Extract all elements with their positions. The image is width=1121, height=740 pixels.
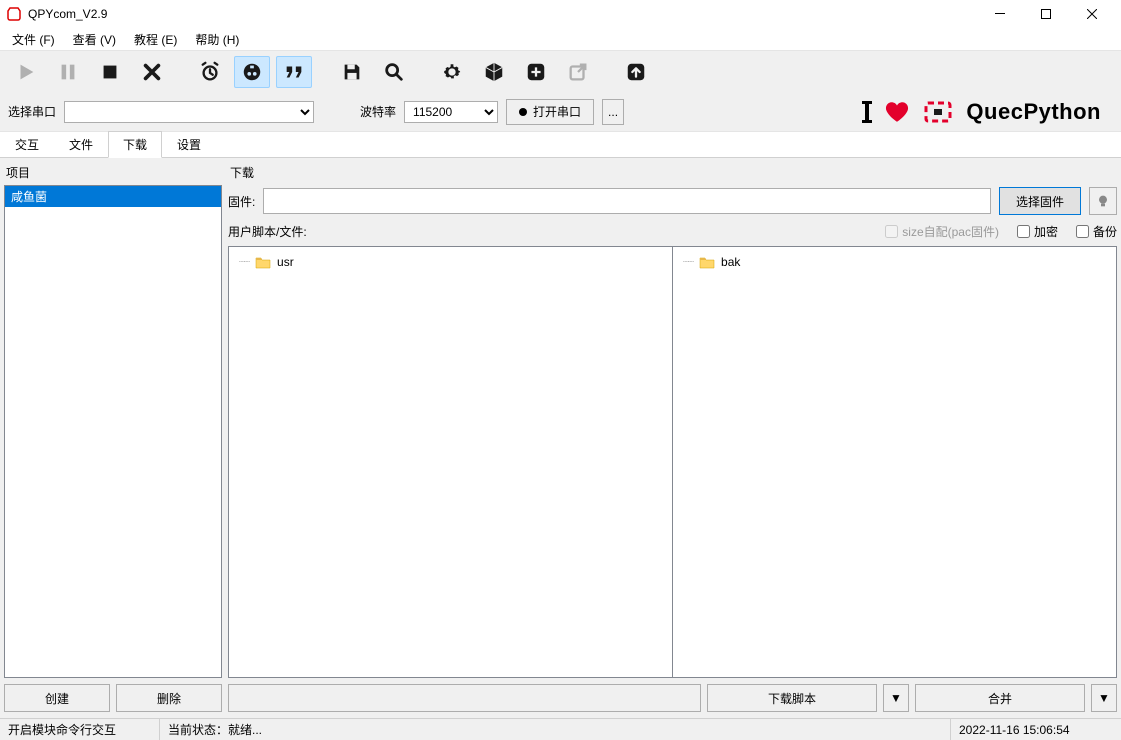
gear-icon[interactable] [434, 56, 470, 88]
main-tabs: 交互 文件 下载 设置 [0, 132, 1121, 158]
clear-icon[interactable] [134, 56, 170, 88]
tree-node-label: usr [277, 255, 294, 269]
menu-bar: 文件 (F) 查看 (V) 教程 (E) 帮助 (H) [0, 28, 1121, 50]
tree-connector-icon: ┈┈ [683, 257, 693, 268]
encrypt-checkbox[interactable]: 加密 [1017, 223, 1058, 240]
status-mid: 当前状态：就绪... [160, 719, 951, 740]
folder-icon [699, 255, 715, 269]
baud-label: 波特率 [360, 103, 396, 120]
quote-icon[interactable] [276, 56, 312, 88]
toolbar [0, 50, 1121, 92]
cube-icon[interactable] [476, 56, 512, 88]
download-panel: 下载 固件: 选择固件 用户脚本/文件: size自配(pac固件) 加密 备份 [228, 162, 1117, 718]
close-button[interactable] [1069, 0, 1115, 28]
script-label: 用户脚本/文件: [228, 223, 307, 240]
status-bar: 开启模块命令行交互 当前状态：就绪... 2022-11-16 15:06:54 [0, 718, 1121, 740]
app-icon [6, 6, 22, 22]
create-button[interactable]: 创建 [4, 684, 110, 712]
tree-left[interactable]: ┈┈ usr [229, 247, 673, 677]
upload-icon[interactable] [618, 56, 654, 88]
tab-download[interactable]: 下载 [108, 131, 162, 158]
tree-node[interactable]: ┈┈ usr [235, 253, 666, 271]
folder-icon [255, 255, 271, 269]
status-dot-icon [519, 108, 527, 116]
i-icon [860, 99, 874, 125]
project-label: 项目 [4, 162, 222, 185]
baud-select[interactable]: 115200 [404, 101, 498, 123]
file-trees: ┈┈ usr ┈┈ bak [228, 246, 1117, 678]
port-bar: 选择串口 波特率 115200 打开串口 ... QuecPython [0, 92, 1121, 132]
add-icon[interactable] [518, 56, 554, 88]
size-auto-checkbox: size自配(pac固件) [885, 223, 999, 240]
maximize-button[interactable] [1023, 0, 1069, 28]
download-script-dropdown[interactable]: ▼ [883, 684, 909, 712]
tab-interact[interactable]: 交互 [0, 131, 54, 158]
project-list[interactable]: 咸鱼菌 [4, 185, 222, 678]
heart-icon [884, 99, 910, 125]
status-time: 2022-11-16 15:06:54 [951, 719, 1121, 740]
window-title: QPYcom_V2.9 [28, 7, 977, 21]
alarm-icon[interactable] [192, 56, 228, 88]
stop-icon[interactable] [92, 56, 128, 88]
menu-tutorial[interactable]: 教程 (E) [126, 29, 185, 50]
menu-file[interactable]: 文件 (F) [4, 29, 63, 50]
tree-node[interactable]: ┈┈ bak [679, 253, 1110, 271]
select-port-label: 选择串口 [8, 103, 56, 120]
firmware-label: 固件: [228, 193, 255, 210]
open-port-button[interactable]: 打开串口 [506, 99, 594, 125]
bulb-icon [1095, 193, 1111, 209]
play-icon[interactable] [8, 56, 44, 88]
export-icon[interactable] [560, 56, 596, 88]
status-left: 开启模块命令行交互 [0, 719, 160, 740]
hint-button[interactable] [1089, 187, 1117, 215]
search-icon[interactable] [376, 56, 412, 88]
download-label: 下载 [228, 162, 1117, 185]
meter-icon[interactable] [234, 56, 270, 88]
select-firmware-button[interactable]: 选择固件 [999, 187, 1081, 215]
list-item[interactable]: 咸鱼菌 [5, 186, 221, 207]
delete-button[interactable]: 删除 [116, 684, 222, 712]
tab-file[interactable]: 文件 [54, 131, 108, 158]
more-button[interactable]: ... [602, 99, 624, 125]
title-bar: QPYcom_V2.9 [0, 0, 1121, 28]
brand-area: QuecPython [860, 97, 1113, 127]
menu-help[interactable]: 帮助 (H) [187, 29, 247, 50]
menu-view[interactable]: 查看 (V) [65, 29, 124, 50]
brand-logo-icon [920, 97, 956, 127]
open-port-label: 打开串口 [533, 103, 581, 120]
tab-settings[interactable]: 设置 [162, 131, 216, 158]
progress-area [228, 684, 701, 712]
work-area: 项目 咸鱼菌 创建 删除 下载 固件: 选择固件 用户脚本/文件: size自配… [0, 158, 1121, 718]
merge-dropdown[interactable]: ▼ [1091, 684, 1117, 712]
tree-connector-icon: ┈┈ [239, 257, 249, 268]
tree-right[interactable]: ┈┈ bak [673, 247, 1116, 677]
firmware-input[interactable] [263, 188, 991, 214]
brand-text: QuecPython [966, 99, 1101, 125]
minimize-button[interactable] [977, 0, 1023, 28]
tree-node-label: bak [721, 255, 740, 269]
project-panel: 项目 咸鱼菌 创建 删除 [4, 162, 222, 718]
port-select[interactable] [64, 101, 314, 123]
pause-icon[interactable] [50, 56, 86, 88]
backup-checkbox[interactable]: 备份 [1076, 223, 1117, 240]
merge-button[interactable]: 合并 [915, 684, 1085, 712]
download-script-button[interactable]: 下载脚本 [707, 684, 877, 712]
save-icon[interactable] [334, 56, 370, 88]
